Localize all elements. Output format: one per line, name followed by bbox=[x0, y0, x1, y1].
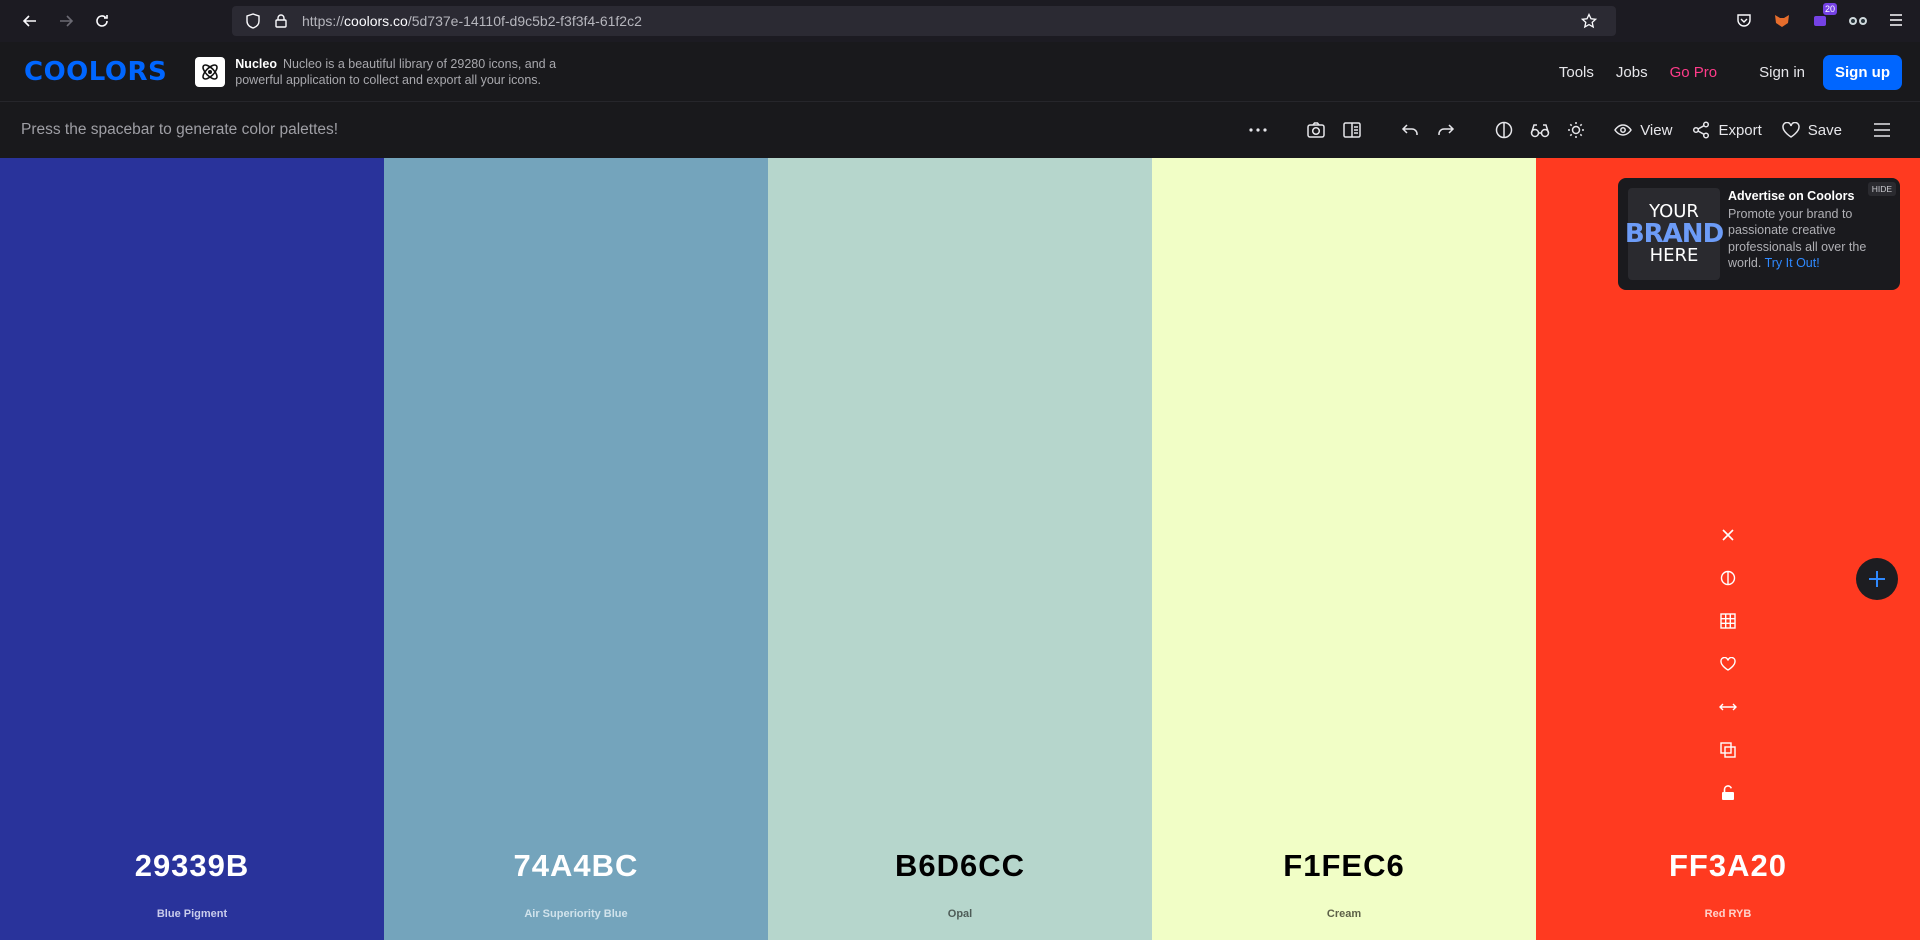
swatch-color-name: Blue Pigment bbox=[156, 908, 228, 920]
coolors-logo[interactable]: COOLORS bbox=[24, 57, 167, 87]
ad-card[interactable]: YOUR BRAND HERE Advertise on Coolors Pro… bbox=[1618, 178, 1900, 290]
nav-jobs[interactable]: Jobs bbox=[1616, 64, 1648, 81]
bookmark-star-icon[interactable] bbox=[1578, 10, 1600, 32]
shades-grid-icon[interactable] bbox=[1715, 608, 1741, 634]
browser-toolbar: https://coolors.co/5d737e-14110f-d9c5b2-… bbox=[0, 0, 1920, 42]
color-swatch[interactable]: 29339B Blue Pigment bbox=[0, 158, 384, 940]
ad-image: YOUR BRAND HERE bbox=[1625, 188, 1724, 280]
shield-icon bbox=[242, 10, 264, 32]
app-header: COOLORS Nucleo Nucleo is a beautiful libr… bbox=[0, 42, 1920, 102]
swatch-hex[interactable]: B6D6CC bbox=[768, 848, 1152, 884]
arrow-left-icon bbox=[22, 15, 36, 27]
ad-title: Advertise on Coolors bbox=[1728, 189, 1855, 203]
generator-toolbar: Press the spacebar to generate color pal… bbox=[0, 102, 1920, 158]
reload-icon bbox=[96, 15, 108, 27]
swatch-color-name: Red RYB bbox=[1704, 908, 1752, 920]
favorite-heart-icon[interactable] bbox=[1715, 651, 1741, 677]
color-blindness-glasses-icon[interactable] bbox=[1522, 112, 1558, 148]
promo-banner[interactable]: Nucleo Nucleo is a beautiful library of 2… bbox=[195, 56, 595, 88]
export-label: Export bbox=[1718, 121, 1762, 139]
add-color-button[interactable] bbox=[1856, 558, 1898, 600]
nucleo-logo-icon bbox=[195, 56, 226, 87]
save-label: Save bbox=[1807, 121, 1842, 139]
ad-text: Advertise on Coolors Promote your brand … bbox=[1728, 188, 1890, 280]
promo-text: Nucleo Nucleo is a beautiful library of 2… bbox=[235, 56, 557, 87]
drag-arrows-icon[interactable] bbox=[1715, 694, 1741, 720]
forward-button[interactable] bbox=[48, 3, 84, 39]
unlock-icon[interactable] bbox=[1715, 780, 1741, 806]
swatch-hex[interactable]: 74A4BC bbox=[384, 848, 768, 884]
swatch-tools bbox=[1715, 522, 1741, 806]
view-button[interactable]: View bbox=[1614, 122, 1672, 139]
remove-color-icon[interactable] bbox=[1715, 522, 1741, 548]
plus-icon bbox=[1869, 571, 1885, 587]
heart-icon bbox=[1782, 122, 1800, 138]
export-button[interactable]: Export bbox=[1692, 121, 1762, 139]
color-swatch[interactable]: F1FEC6 Cream bbox=[1152, 158, 1536, 940]
extension-badge-count: 20 bbox=[1822, 3, 1837, 15]
swatch-color-name: Opal bbox=[947, 908, 973, 920]
split-view-icon[interactable] bbox=[1334, 112, 1370, 148]
toolbar-tools: View Export Save bbox=[1240, 102, 1900, 158]
sign-in-link[interactable]: Sign in bbox=[1759, 64, 1805, 81]
view-label: View bbox=[1640, 121, 1673, 139]
pocket-icon[interactable] bbox=[1730, 6, 1758, 34]
reload-button[interactable] bbox=[84, 3, 120, 39]
share-icon bbox=[1693, 121, 1710, 139]
redo-icon[interactable] bbox=[1428, 112, 1464, 148]
camera-icon[interactable] bbox=[1298, 112, 1334, 148]
contrast-icon[interactable] bbox=[1715, 565, 1741, 591]
brightness-icon[interactable] bbox=[1558, 112, 1594, 148]
swatch-color-name: Air Superiority Blue bbox=[524, 908, 628, 920]
nav-go-pro[interactable]: Go Pro bbox=[1670, 64, 1718, 81]
toolbar-hint: Press the spacebar to generate color pal… bbox=[21, 121, 339, 138]
glasses-extension-icon[interactable] bbox=[1844, 6, 1872, 34]
swatch-hex[interactable]: 29339B bbox=[0, 848, 384, 884]
back-button[interactable] bbox=[12, 3, 48, 39]
ad-hide-button[interactable]: HIDE bbox=[1867, 182, 1896, 196]
hamburger-menu-icon[interactable] bbox=[1864, 112, 1900, 148]
nav-tools[interactable]: Tools bbox=[1559, 64, 1594, 81]
swatch-hex[interactable]: F1FEC6 bbox=[1152, 848, 1536, 884]
extension-badge-icon[interactable]: 20 bbox=[1806, 3, 1837, 34]
eye-icon bbox=[1614, 124, 1633, 136]
color-swatch[interactable]: 74A4BC Air Superiority Blue bbox=[384, 158, 768, 940]
color-swatch[interactable]: B6D6CC Opal bbox=[768, 158, 1152, 940]
ad-cta-link[interactable]: Try It Out! bbox=[1765, 256, 1820, 270]
sign-up-button[interactable]: Sign up bbox=[1823, 54, 1902, 90]
swatch-hex[interactable]: FF3A20 bbox=[1536, 848, 1920, 884]
more-options-icon[interactable] bbox=[1240, 112, 1276, 148]
copy-icon[interactable] bbox=[1715, 737, 1741, 763]
contrast-icon[interactable] bbox=[1486, 112, 1522, 148]
url-bar[interactable]: https://coolors.co/5d737e-14110f-d9c5b2-… bbox=[232, 6, 1616, 36]
url-text: https://coolors.co/5d737e-14110f-d9c5b2-… bbox=[302, 13, 642, 29]
undo-icon[interactable] bbox=[1392, 112, 1428, 148]
arrow-right-icon bbox=[60, 15, 74, 27]
header-nav: Tools Jobs Go Pro Sign in Sign up bbox=[1537, 42, 1902, 102]
swatch-color-name: Cream bbox=[1326, 908, 1362, 920]
save-button[interactable]: Save bbox=[1782, 122, 1842, 139]
menu-icon[interactable] bbox=[1882, 6, 1910, 34]
browser-extensions: 20 bbox=[1730, 3, 1910, 34]
fox-extension-icon[interactable] bbox=[1768, 6, 1796, 34]
lock-icon bbox=[270, 10, 292, 32]
